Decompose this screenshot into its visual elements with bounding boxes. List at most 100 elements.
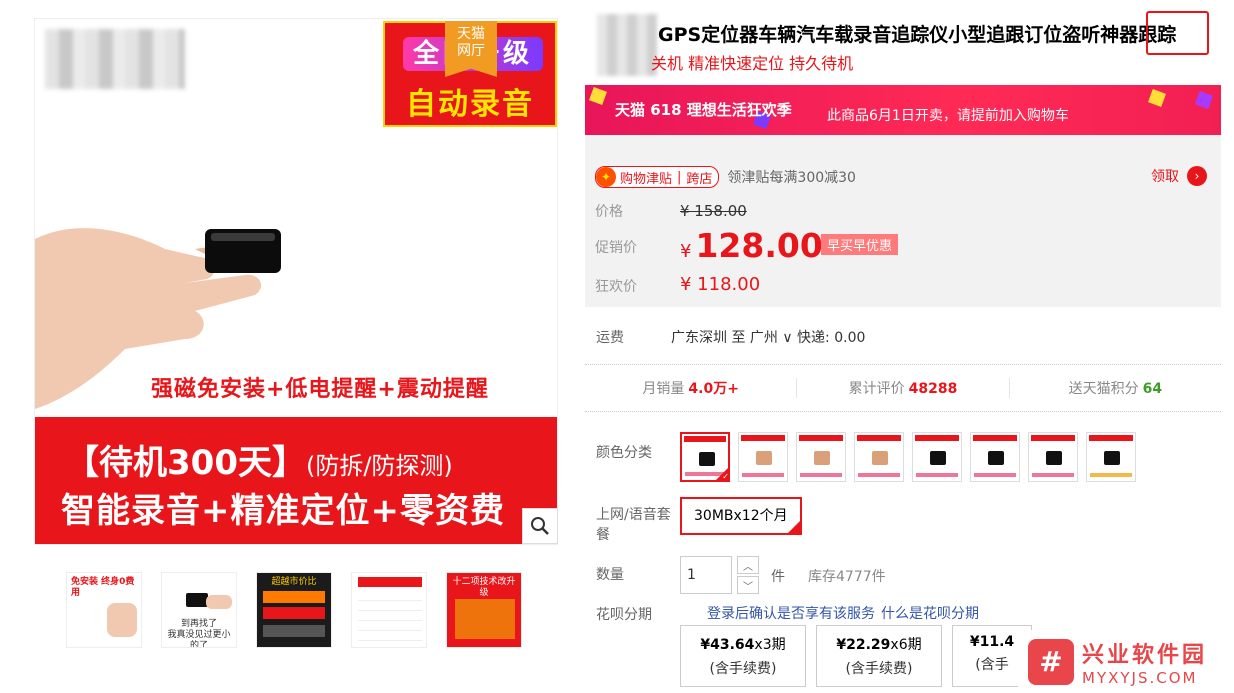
claim-button[interactable]: 领取 › [1151,166,1207,186]
thumbnail-4[interactable] [351,572,427,648]
plan-option[interactable]: 30MBx12个月 [680,497,802,535]
check-icon [787,500,801,534]
shipping-value[interactable]: 广东深圳 至 广州 ∨ 快递: 0.00 [671,327,865,347]
quantity-decrease-button[interactable]: ﹀ [737,576,759,594]
carnival-price: ¥ 118.00 [680,274,761,295]
check-icon [716,468,728,480]
installment-amount: ¥43.64 [700,637,755,653]
tmall-points: 送天猫积分 64 [1010,378,1221,398]
thumbnail-text: 免安装 终身0费用 [71,577,135,598]
color-swatch[interactable] [1086,432,1136,482]
tmall-tag: 天猫 网厅 [445,21,497,77]
subsidy-tag: ✦ 购物津贴 | 跨店 [595,166,720,188]
monthly-sales-value: 4.0万+ [688,381,739,397]
quantity-unit: 件 [771,569,785,585]
subsidy-separator: | [677,169,682,185]
chevron-right-icon: › [1187,166,1207,186]
color-swatch[interactable] [680,432,730,482]
shipping-label: 运费 [596,330,624,346]
banner-logo: 天猫 618 理想生活狂欢季 [615,101,792,119]
thumbnail-1[interactable]: 免安装 终身0费用 [66,572,142,648]
plan-label: 上网/语音套餐 [596,507,671,543]
site-watermark: # 兴业软件园 MYXYJS.COM [1018,630,1234,693]
band-line1: 【待机300天】(防拆/防探测) [65,435,453,484]
watermark-text: 兴业软件园 MYXYJS.COM [1082,637,1207,687]
product-title: GPS定位器车辆汽车载录音追踪仪小型追跟订位盗听神器跟踪 [658,24,1177,46]
color-swatch[interactable] [796,432,846,482]
product-page: 全网一级 自动录音 天猫 网厅 强磁免安装+低电提醒+震动提醒 【待机300天】… [0,0,1234,693]
product-subtitle: 关机 精准快速定位 持久待机 [651,54,854,73]
color-swatches [680,432,1136,482]
sales-stats: 月销量 4.0万+ 累计评价 48288 送天猫积分 64 [585,365,1221,411]
huabei-plans: ¥43.64x3期 (含手续费) ¥22.29x6期 (含手续费) ¥11.4 … [680,625,1032,687]
color-swatch[interactable] [854,432,904,482]
zoom-button[interactable] [522,508,558,544]
installment-fee: (含手续费) [709,661,777,677]
tmall-points-label: 送天猫积分 [1068,381,1139,397]
subsidy-tag-label: 购物津贴 [620,171,673,187]
price-label: 价格 [595,204,623,220]
claim-label: 领取 [1151,169,1179,185]
thumbnail-3[interactable]: 超越市价比 [256,572,332,648]
currency-symbol: ¥ [680,241,692,262]
huabei-label: 花呗分期 [596,607,652,623]
banner-text: 此商品6月1日开卖，请提前加入购物车 [827,108,1069,124]
huabei-plan[interactable]: ¥22.29x6期 (含手续费) [816,625,942,687]
early-buy-tag: 早买早优惠 [821,234,899,255]
monthly-sales-label: 月销量 [642,381,685,397]
tmall-points-value: 64 [1142,381,1163,397]
promo-price: ¥ 128.00 [680,226,823,265]
thumbnail-2[interactable]: 到再找了 我真没见过更小的了 [161,572,237,648]
subsidy-row: ✦ 购物津贴 | 跨店 领津贴每满300减30 [595,166,856,188]
quantity-input[interactable] [680,556,732,594]
thumbnail-strip: 免安装 终身0费用 到再找了 我真没见过更小的了 超越市价比 十二项技术改升级 [66,572,522,648]
promo-line2: 自动录音 [406,87,534,122]
watermark-line2: MYXYJS.COM [1082,668,1198,687]
huabei-note: 登录后确认是否享有该服务 什么是花呗分期 [707,603,979,623]
thumbnail-5[interactable]: 十二项技术改升级 [446,572,522,648]
band-line1-big: 【待机300天】 [65,443,306,483]
thumbnail-text: 超越市价比 [271,577,317,587]
total-reviews-label: 累计评价 [848,381,905,397]
monthly-sales: 月销量 4.0万+ [585,378,798,398]
promo-price-label: 促销价 [595,240,637,256]
installment-amount: ¥22.29 [836,637,891,653]
blurred-shop-logo [45,29,185,89]
original-price: ¥ 158.00 [680,202,747,220]
color-label: 颜色分类 [596,445,652,461]
color-swatch[interactable] [970,432,1020,482]
subsidy-cross-label: 跨店 [686,171,713,187]
magnifier-icon [531,517,549,535]
promo-price-value: 128.00 [695,226,823,265]
color-swatch[interactable] [738,432,788,482]
title-highlight-box [1146,11,1209,55]
total-reviews[interactable]: 累计评价 48288 [797,378,1010,398]
band-line1-small: (防拆/防探测) [305,452,453,480]
carnival-price-label: 狂欢价 [595,279,637,295]
flame-icon: ✦ [596,167,616,187]
price-box: ✦ 购物津贴 | 跨店 领津贴每满300减30 领取 › 价格 ¥ 158.00… [585,135,1221,307]
hash-logo-icon: # [1028,638,1074,685]
huabei-login-note[interactable]: 登录后确认是否享有该服务 [707,606,875,622]
event-banner[interactable]: 天猫 618 理想生活狂欢季 此商品6月1日开卖，请提前加入购物车 [585,85,1221,135]
huabei-help-link[interactable]: 什么是花呗分期 [881,606,979,622]
blurred-title-prefix [597,14,657,76]
main-product-image[interactable]: 全网一级 自动录音 天猫 网厅 强磁免安装+低电提醒+震动提醒 【待机300天】… [34,18,558,545]
total-reviews-value: 48288 [908,381,958,397]
quantity-increase-button[interactable]: ︿ [737,556,759,574]
installment-periods: x3期 [754,637,786,653]
thumbnail-text: 到再找了 我真没见过更小的了 [167,619,231,648]
huabei-plan[interactable]: ¥43.64x3期 (含手续费) [680,625,806,687]
installment-periods: x6期 [890,637,922,653]
color-swatch[interactable] [912,432,962,482]
red-promo-band: 【待机300天】(防拆/防探测) 智能录音+精准定位+零资费 [35,417,557,544]
divider [585,411,1221,412]
band-line2: 智能录音+精准定位+零资费 [61,491,505,531]
installment-fee: (含手续费) [845,661,913,677]
feature-text: 强磁免安装+低电提醒+震动提醒 [151,377,489,402]
stock-count: 库存4777件 [808,569,886,585]
color-swatch[interactable] [1028,432,1078,482]
thumbnail-text: 十二项技术改升级 [452,577,516,598]
quantity-label: 数量 [596,567,624,583]
watermark-line1: 兴业软件园 [1082,642,1208,668]
